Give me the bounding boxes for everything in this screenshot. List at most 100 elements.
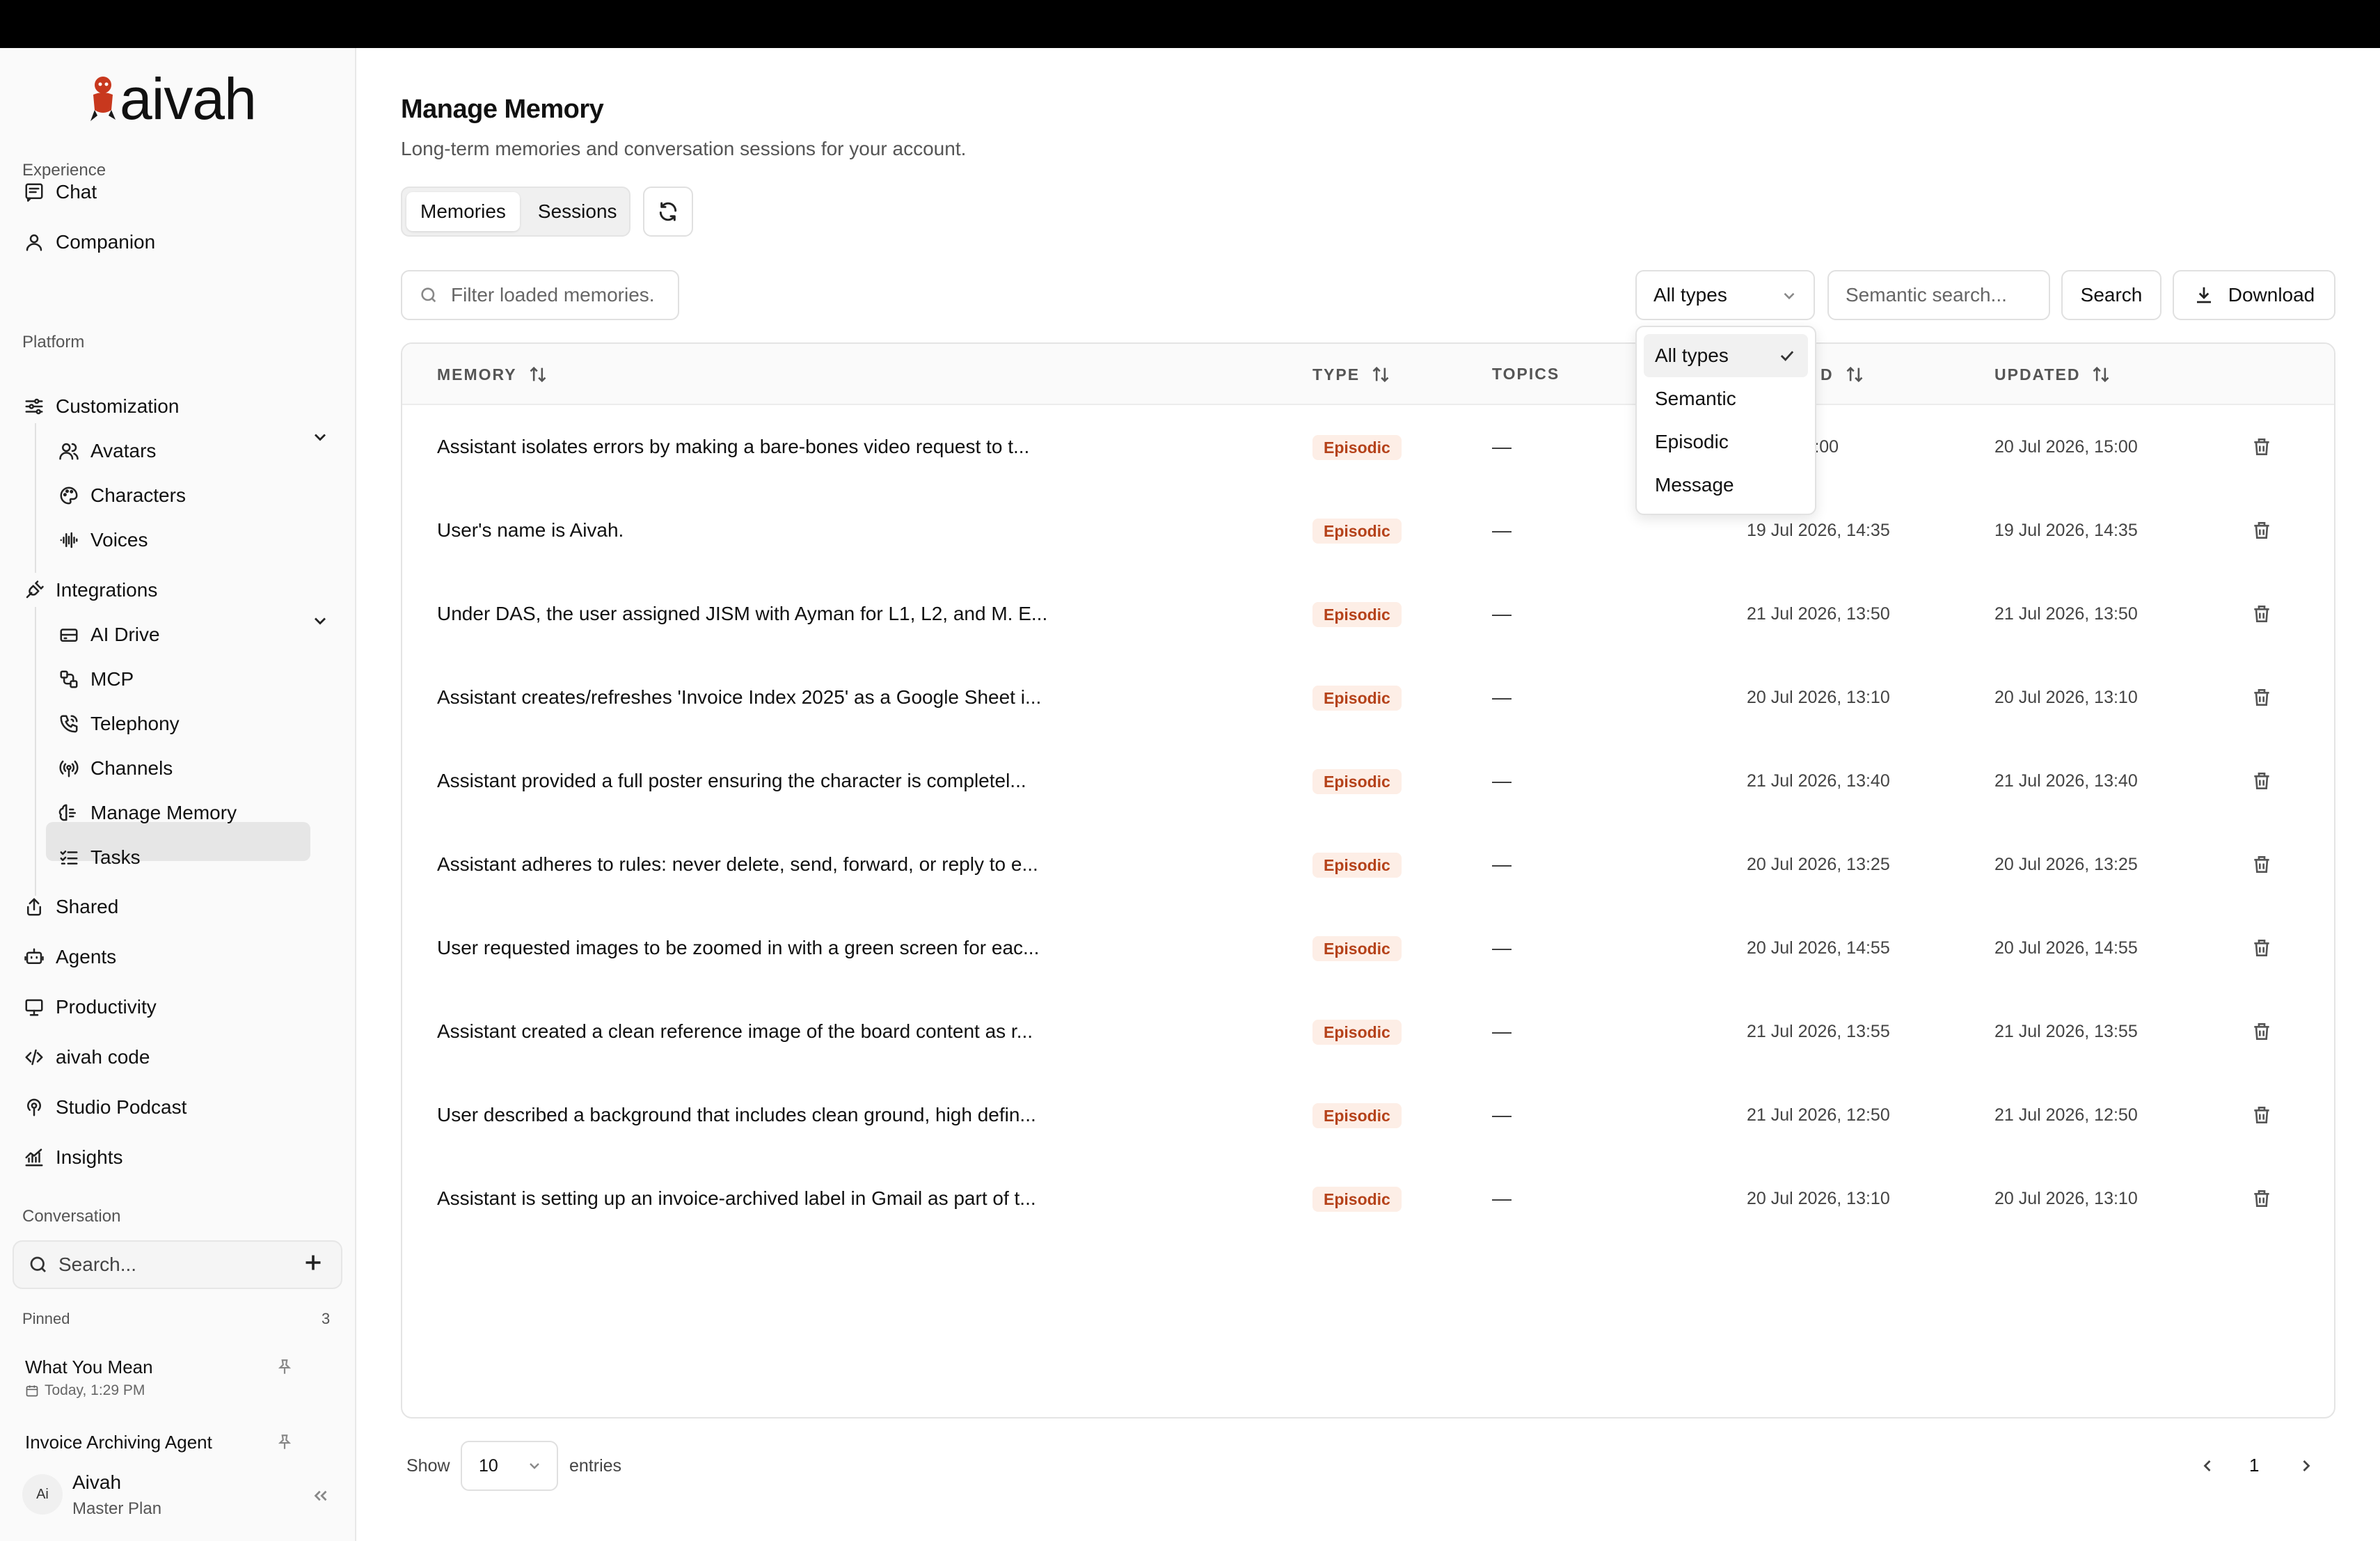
delete-button[interactable] (2248, 489, 2276, 572)
page-title: Manage Memory (401, 95, 604, 124)
delete-button[interactable] (2248, 823, 2276, 906)
trash-icon (2254, 1190, 2269, 1207)
sidebar-item-label: Tasks (90, 846, 141, 868)
dropdown-option-semantic[interactable]: Semantic (1644, 377, 1808, 420)
table-row[interactable]: Assistant adheres to rules: never delete… (402, 823, 2334, 906)
table-row[interactable]: Assistant creates/refreshes 'Invoice Ind… (402, 656, 2334, 739)
column-header-memory[interactable]: MEMORY (437, 365, 548, 384)
trash-icon (2254, 940, 2269, 956)
sidebar-item-studio-podcast[interactable]: Studio Podcast (22, 1088, 187, 1127)
delete-button[interactable] (2248, 572, 2276, 656)
table-row[interactable]: Assistant provided a full poster ensurin… (402, 739, 2334, 823)
chart-icon (22, 1146, 46, 1169)
radio-icon (57, 757, 81, 780)
current-page-number[interactable]: 1 (2249, 1455, 2259, 1476)
delete-button[interactable] (2248, 906, 2276, 990)
sidebar-item-companion[interactable]: Companion (22, 223, 155, 262)
type-filter-select[interactable]: All types (1635, 270, 1815, 320)
sidebar-item-manage-memory[interactable]: Manage Memory (57, 793, 237, 832)
users-icon (57, 439, 81, 463)
sidebar-item-channels[interactable]: Channels (57, 749, 173, 788)
sidebar-item-telephony[interactable]: Telephony (57, 704, 180, 743)
sidebar-item-productivity[interactable]: Productivity (22, 988, 157, 1027)
memory-text: Assistant creates/refreshes 'Invoice Ind… (437, 686, 1042, 708)
table-row[interactable]: User's name is Aivah. Episodic — 19 Jul 202… (402, 489, 2334, 572)
table-row[interactable]: User requested images to be zoomed in wi… (402, 906, 2334, 990)
memory-text: Assistant created a clean reference imag… (437, 1020, 1033, 1042)
chevron-down-icon[interactable] (310, 611, 331, 632)
conversation-search-input[interactable]: Search... (58, 1254, 136, 1276)
search-button[interactable]: Search (2061, 270, 2161, 320)
column-header-topics: TOPICS (1492, 365, 1560, 383)
sidebar-item-label: Avatars (90, 440, 157, 461)
sidebar-item-ai-drive[interactable]: AI Drive (57, 615, 160, 654)
table-row[interactable]: Assistant is setting up an invoice-archi… (402, 1157, 2334, 1240)
delete-button[interactable] (2248, 656, 2276, 739)
delete-button[interactable] (2248, 739, 2276, 823)
user-name: Aivah (72, 1471, 122, 1493)
trash-icon (2254, 606, 2269, 622)
sidebar-item-shared[interactable]: Shared (22, 887, 118, 926)
refresh-button[interactable] (643, 187, 693, 237)
sidebar-item-customization[interactable]: Customization (22, 387, 179, 426)
sidebar-item-aivah-code[interactable]: aivah code (22, 1038, 150, 1077)
delete-button[interactable] (2248, 1073, 2276, 1157)
column-header-updated[interactable]: UPDATED (1994, 365, 2111, 384)
sidebar-item-agents[interactable]: Agents (22, 938, 116, 977)
previous-page-button[interactable] (2193, 1452, 2221, 1480)
delete-button[interactable] (2248, 990, 2276, 1073)
table-row[interactable]: User described a background that include… (402, 1073, 2334, 1157)
table-row[interactable]: Assistant created a clean reference imag… (402, 990, 2334, 1073)
next-page-button[interactable] (2292, 1452, 2320, 1480)
new-conversation-button[interactable] (301, 1250, 328, 1278)
sidebar-item-insights[interactable]: Insights (22, 1138, 123, 1177)
sidebar-item-avatars[interactable]: Avatars (57, 432, 156, 471)
table-row[interactable]: Under DAS, the user assigned JISM with A… (402, 572, 2334, 656)
topics-cell: — (1492, 1187, 1512, 1209)
dropdown-option-all-types[interactable]: All types (1644, 334, 1808, 377)
sidebar-item-label: Manage Memory (90, 802, 237, 823)
sidebar-item-characters[interactable]: Characters (57, 476, 186, 515)
sidebar-item-label: Productivity (56, 996, 157, 1018)
column-header-created[interactable]: D (1820, 365, 1864, 384)
delete-button[interactable] (2248, 405, 2276, 489)
sidebar-item-label: Chat (56, 181, 97, 203)
download-icon (2196, 287, 2211, 303)
pinned-conversation-title[interactable]: What You Mean (25, 1357, 153, 1378)
page-size-select[interactable]: 10 (461, 1441, 558, 1491)
semantic-search-input[interactable]: Semantic search... (1827, 270, 2050, 320)
sidebar-item-voices[interactable]: Voices (57, 521, 148, 560)
unpin-icon[interactable] (276, 1358, 295, 1377)
download-button[interactable]: Download (2173, 270, 2335, 320)
filter-memories-input[interactable]: Filter loaded memories. (401, 270, 679, 320)
sidebar-item-integrations[interactable]: Integrations (22, 571, 157, 610)
sidebar-item-label: aivah code (56, 1046, 150, 1068)
pinned-conversation-title[interactable]: Invoice Archiving Agent (25, 1432, 212, 1453)
memory-text: User's name is Aivah. (437, 519, 624, 541)
dropdown-option-episodic[interactable]: Episodic (1644, 420, 1808, 464)
logo[interactable]: aivah (88, 68, 257, 130)
search-icon (30, 1256, 46, 1272)
collapse-sidebar-button[interactable] (310, 1485, 333, 1508)
tab-sessions[interactable]: Sessions (524, 192, 631, 231)
created-date: 20 Jul 2026, 13:10 (1747, 1188, 1890, 1208)
unpin-icon[interactable] (276, 1433, 295, 1453)
trash-icon (2254, 856, 2269, 873)
updated-date: 19 Jul 2026, 14:35 (1994, 520, 2138, 540)
avatar[interactable]: Ai (22, 1474, 63, 1515)
tab-memories[interactable]: Memories (406, 192, 520, 231)
sidebar-item-tasks[interactable]: Tasks (57, 838, 141, 877)
type-badge: Episodic (1312, 686, 1402, 711)
conversation-search[interactable]: Search... (13, 1240, 342, 1289)
user-plan: Master Plan (72, 1499, 162, 1518)
sidebar-item-label: Agents (56, 946, 117, 967)
memory-text: User requested images to be zoomed in wi… (437, 937, 1040, 958)
delete-button[interactable] (2248, 1157, 2276, 1240)
sidebar-item-mcp[interactable]: MCP (57, 660, 134, 699)
sidebar-item-chat[interactable]: Chat (22, 173, 97, 212)
column-header-type[interactable]: TYPE (1312, 365, 1390, 384)
dropdown-option-message[interactable]: Message (1644, 464, 1808, 507)
table-row[interactable]: Assistant isolates errors by making a ba… (402, 405, 2334, 489)
plug-icon (22, 578, 46, 602)
chevron-down-icon[interactable] (310, 427, 331, 448)
